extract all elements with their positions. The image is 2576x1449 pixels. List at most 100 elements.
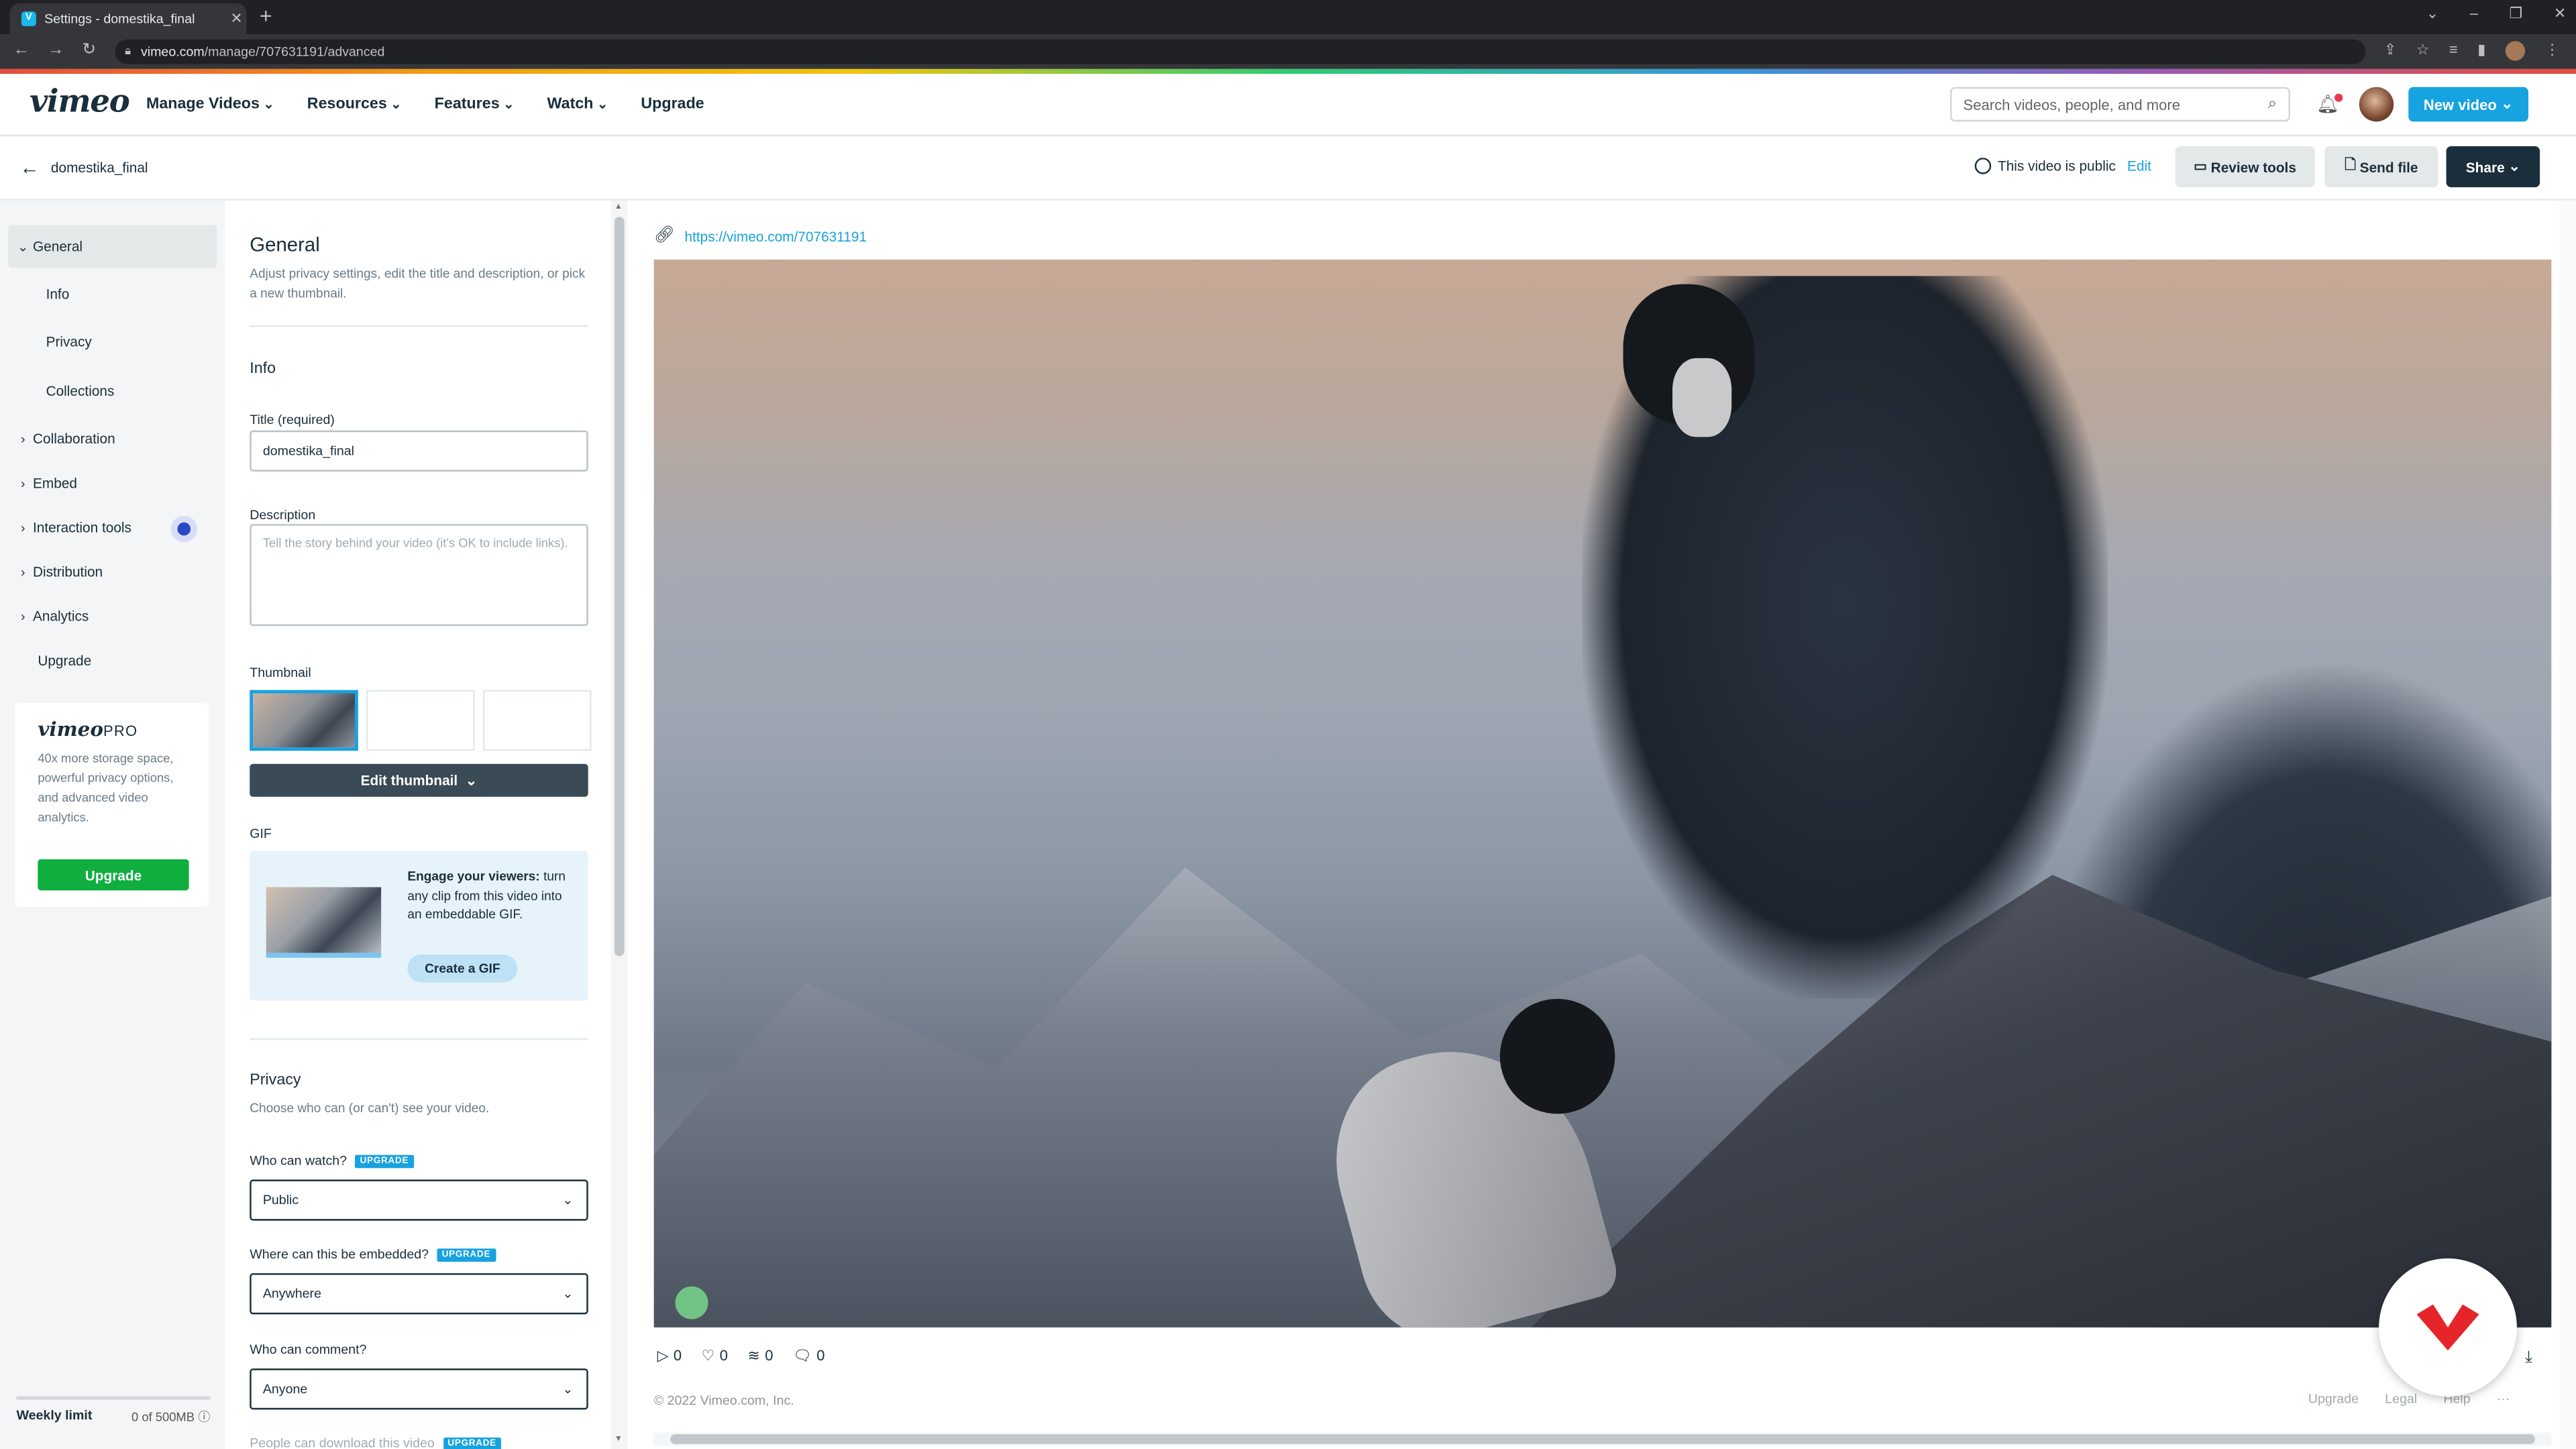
- thumbnail-option[interactable]: [483, 690, 592, 751]
- lock-icon: 🔒︎: [125, 45, 131, 57]
- user-avatar[interactable]: [2359, 87, 2394, 122]
- where-embedded-select[interactable]: Anywhere ⌄: [250, 1273, 588, 1315]
- sidebar-item-label: Embed: [32, 474, 77, 492]
- comments-stat[interactable]: 🗨︎ 0: [793, 1347, 825, 1365]
- chrome-menu-icon[interactable]: ⋮: [2545, 41, 2560, 60]
- sidebar-item-analytics[interactable]: › Analytics: [8, 595, 217, 638]
- collections-count: 0: [765, 1347, 773, 1364]
- info-icon[interactable]: ⓘ: [198, 1409, 210, 1424]
- upgrade-badge[interactable]: UPGRADE: [437, 1248, 496, 1262]
- title-value: domestika_final: [262, 443, 354, 459]
- send-file-button[interactable]: 🗋︎ Send file: [2324, 146, 2438, 188]
- video-stats: ▷ 0 ♡ 0 ≋ 0 🗨︎ 0: [657, 1347, 825, 1365]
- pro-upgrade-button[interactable]: Upgrade: [38, 859, 189, 891]
- search-input[interactable]: Search videos, people, and more ⌕: [1949, 87, 2290, 122]
- back-icon[interactable]: ←: [13, 41, 30, 59]
- download-label: People can download this video UPGRADE: [250, 1436, 502, 1449]
- download-icon[interactable]: ⤓: [2525, 1349, 2532, 1367]
- menu-resources[interactable]: Resources: [307, 95, 402, 113]
- description-textarea[interactable]: Tell the story behind your video (it's O…: [250, 524, 588, 627]
- scroll-up-icon[interactable]: ▲: [614, 202, 623, 212]
- description-label: Description: [250, 507, 316, 523]
- minimize-icon[interactable]: –: [2470, 5, 2478, 23]
- thumbnail-option-selected[interactable]: [250, 690, 358, 751]
- sidebar-item-embed[interactable]: › Embed: [8, 462, 217, 504]
- menu-features[interactable]: Features: [435, 95, 515, 113]
- footer-more-link[interactable]: ···: [2497, 1391, 2510, 1406]
- menu-upgrade[interactable]: Upgrade: [641, 95, 704, 113]
- gif-label: GIF: [250, 826, 272, 841]
- profile-avatar-icon[interactable]: [2505, 41, 2526, 61]
- where-embedded-label: Where can this be embedded? UPGRADE: [250, 1247, 496, 1262]
- file-icon: 🗋︎: [2345, 155, 2360, 172]
- share-button[interactable]: Share ⌄: [2446, 146, 2540, 188]
- share-page-icon[interactable]: ⇪: [2384, 41, 2396, 60]
- sidebar-item-collaboration[interactable]: › Collaboration: [8, 417, 217, 460]
- review-icon: ▭: [2194, 158, 2211, 174]
- scrollbar-thumb[interactable]: [670, 1434, 2535, 1444]
- reload-icon[interactable]: ↻: [82, 41, 96, 59]
- sidebar-item-label: General: [32, 238, 83, 255]
- menu-manage-videos[interactable]: Manage Videos: [146, 95, 274, 113]
- title-input[interactable]: domestika_final: [250, 430, 588, 472]
- review-tools-button[interactable]: ▭ Review tools: [2175, 146, 2315, 188]
- create-gif-button[interactable]: Create a GIF: [407, 954, 518, 983]
- close-tab-icon[interactable]: ✕: [227, 10, 246, 28]
- menu-watch[interactable]: Watch: [547, 95, 608, 113]
- new-video-button[interactable]: New video ⌄: [2408, 87, 2529, 122]
- notifications-bell-icon[interactable]: 🔔︎: [2316, 93, 2343, 115]
- address-bar: ← → ↻ 🔒︎ vimeo.com /manage/707631191/adv…: [0, 34, 2576, 69]
- sidebar-item-label: Upgrade: [38, 652, 92, 669]
- upgrade-badge[interactable]: UPGRADE: [355, 1155, 414, 1169]
- restore-icon[interactable]: ❐: [2510, 5, 2523, 23]
- horizontal-scrollbar[interactable]: [653, 1432, 2552, 1446]
- back-arrow-icon[interactable]: ←: [19, 156, 39, 179]
- search-placeholder: Search videos, people, and more: [1963, 96, 2181, 113]
- nav-buttons: ← → ↻: [13, 41, 96, 59]
- sidebar-item-info[interactable]: Info: [8, 273, 217, 316]
- collections-stat[interactable]: ≋ 0: [747, 1347, 773, 1365]
- weekly-limit-amount: 0 of 500MB: [131, 1409, 195, 1425]
- edit-thumbnail-button[interactable]: Edit thumbnail ⌄: [250, 763, 588, 797]
- sidebar-item-general[interactable]: ⌄ General: [8, 225, 217, 268]
- search-icon[interactable]: ⌕: [2268, 95, 2277, 113]
- gif-promo: Engage your viewers: turn any clip from …: [250, 851, 588, 1001]
- edit-visibility-link[interactable]: Edit: [2127, 158, 2151, 174]
- who-can-watch-select[interactable]: Public ⌄: [250, 1179, 588, 1221]
- scroll-down-icon[interactable]: ▼: [614, 1434, 623, 1444]
- browser-tab[interactable]: V Settings - domestika_final ✕: [9, 3, 247, 35]
- video-url-link[interactable]: https://vimeo.com/707631191: [685, 227, 867, 244]
- close-window-icon[interactable]: ✕: [2554, 5, 2566, 23]
- forward-icon[interactable]: →: [48, 41, 64, 59]
- side-panel-icon[interactable]: ▮: [2477, 41, 2485, 60]
- scrollbar-thumb[interactable]: [614, 217, 625, 957]
- vimeo-logo[interactable]: vimeo: [30, 84, 130, 120]
- video-player[interactable]: [653, 259, 2552, 1328]
- thumbnail-option[interactable]: [366, 690, 475, 751]
- divider: [250, 1038, 588, 1040]
- sidebar-item-privacy[interactable]: Privacy: [8, 321, 217, 364]
- gif-bold: Engage your viewers:: [407, 869, 540, 884]
- sidebar-item-label: Collaboration: [32, 430, 115, 447]
- sidebar-item-upgrade[interactable]: Upgrade: [8, 639, 217, 682]
- tab-search-icon[interactable]: ⌄: [2426, 5, 2438, 23]
- reading-list-icon[interactable]: ≡: [2449, 41, 2458, 60]
- gif-text: Engage your viewers: turn any clip from …: [407, 867, 572, 924]
- play-icon: ▷: [657, 1347, 669, 1364]
- stack-icon: ≋: [747, 1347, 760, 1364]
- sidebar-item-collections[interactable]: Collections: [8, 370, 217, 413]
- sidebar-item-distribution[interactable]: › Distribution: [8, 550, 217, 593]
- weekly-limit-bar: [16, 1396, 211, 1400]
- chevron-down-icon: ⌄: [2496, 95, 2514, 112]
- form-scrollbar[interactable]: ▲ ▼: [611, 200, 628, 1449]
- bookmark-star-icon[interactable]: ☆: [2416, 41, 2430, 60]
- page-scrollbar[interactable]: [2559, 200, 2576, 1449]
- vimeo-pro-logo: vimeoPRO: [38, 718, 138, 741]
- footer-legal-link[interactable]: Legal: [2385, 1391, 2417, 1406]
- footer-upgrade-link[interactable]: Upgrade: [2308, 1391, 2359, 1406]
- likes-stat[interactable]: ♡ 0: [702, 1347, 728, 1365]
- url-field[interactable]: 🔒︎ vimeo.com /manage/707631191/advanced: [115, 39, 2366, 64]
- new-tab-button[interactable]: +: [260, 4, 272, 28]
- who-can-comment-select[interactable]: Anyone ⌄: [250, 1368, 588, 1410]
- upgrade-badge[interactable]: UPGRADE: [443, 1437, 502, 1449]
